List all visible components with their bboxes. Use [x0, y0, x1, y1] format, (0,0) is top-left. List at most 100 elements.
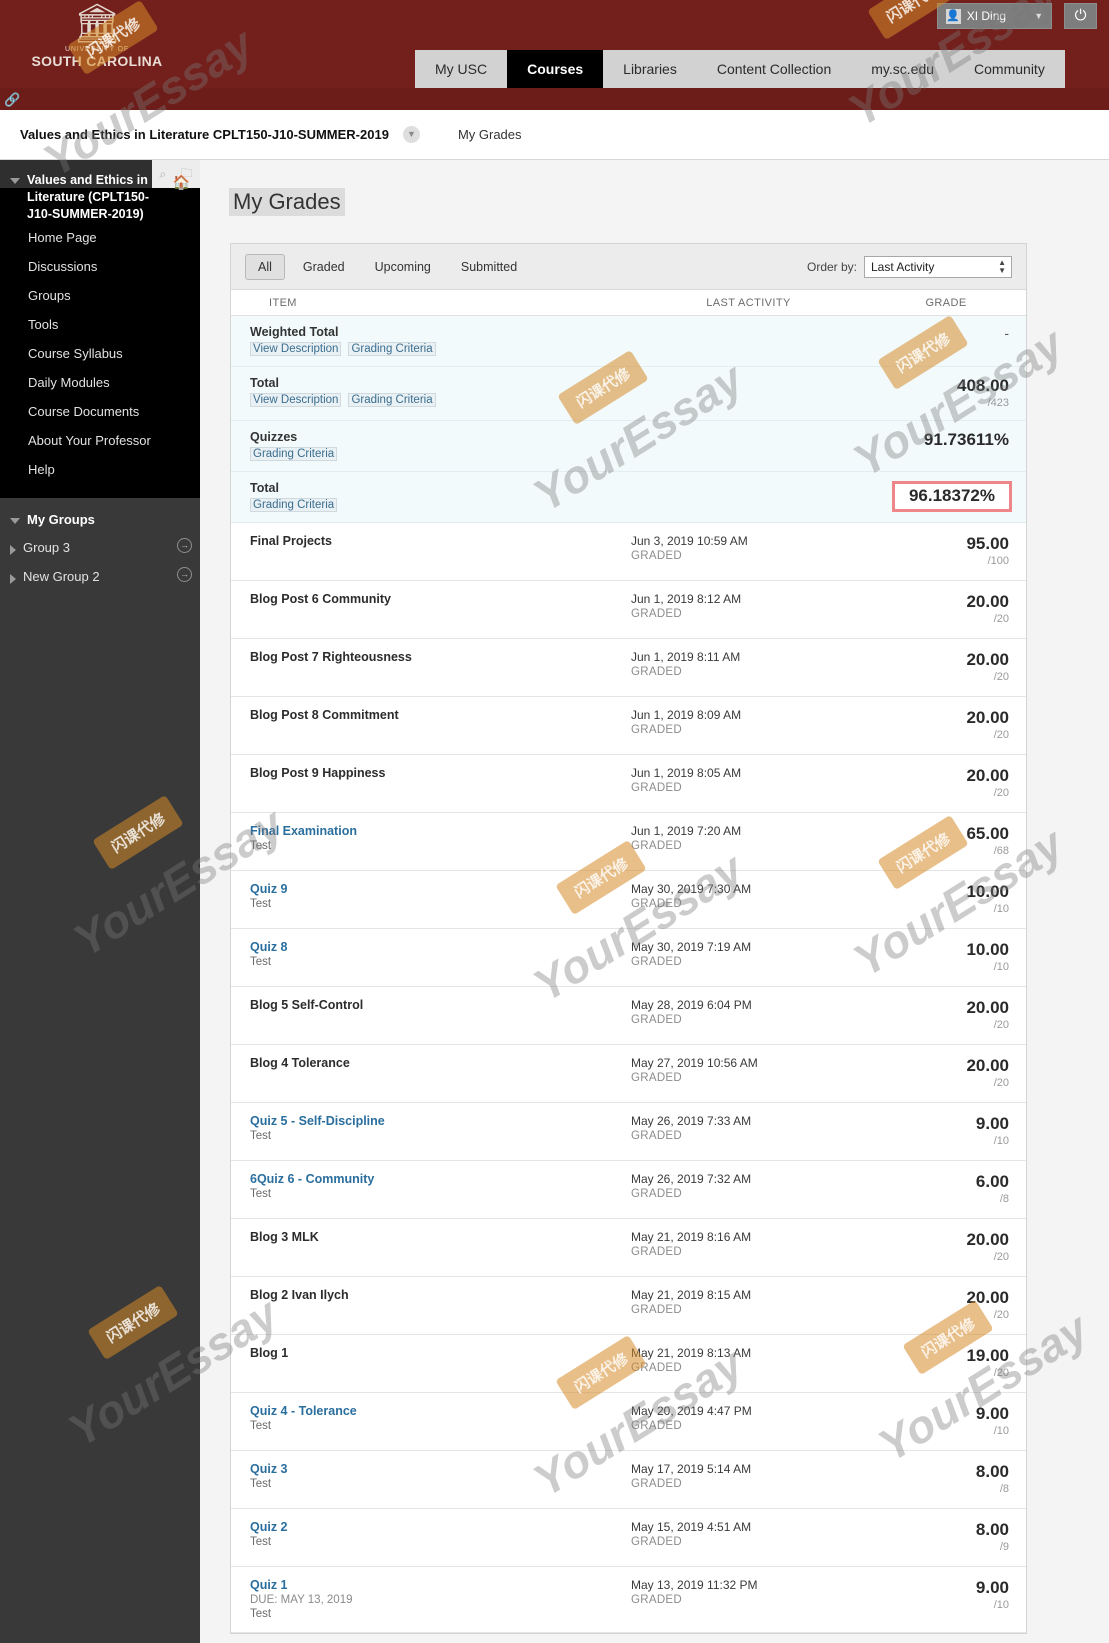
grading-criteria-link[interactable]: Grading Criteria [250, 498, 338, 512]
table-row[interactable]: Quiz 2 Test May 15, 2019 4:51 AM GRADED … [231, 1509, 1026, 1567]
new-group-2-label: New Group 2 [23, 569, 100, 584]
grade-item-title[interactable]: 6Quiz 6 - Community [250, 1172, 631, 1186]
grade-item-subtitle: Test [250, 956, 272, 968]
sidebar-item-group-3[interactable]: Group 3 → [0, 533, 200, 562]
sidebar-item-discussions[interactable]: Discussions [0, 252, 200, 281]
tab-content-collection[interactable]: Content Collection [697, 50, 851, 88]
table-row[interactable]: Quiz 4 - Tolerance Test May 20, 2019 4:4… [231, 1393, 1026, 1451]
usc-crest-icon: 🏛 [72, 3, 122, 45]
grade-item-title[interactable]: Final Examination [250, 824, 631, 838]
filter-tab-submitted[interactable]: Submitted [449, 255, 529, 279]
table-row[interactable]: Quiz 5 - Self-Discipline Test May 26, 20… [231, 1103, 1026, 1161]
filter-tab-upcoming[interactable]: Upcoming [363, 255, 443, 279]
my-groups-label: My Groups [27, 512, 95, 527]
grade-item-denominator: /20 [993, 671, 1009, 683]
grade-item-denominator: /10 [993, 903, 1009, 915]
tab-my-usc[interactable]: My USC [415, 50, 507, 88]
table-row[interactable]: Blog Post 6 Community Jun 1, 2019 8:12 A… [231, 581, 1026, 639]
table-row[interactable]: Blog Post 9 Happiness Jun 1, 2019 8:05 A… [231, 755, 1026, 813]
summary-row-quizzes[interactable]: Quizzes Grading Criteria 91.73611% [231, 421, 1026, 472]
table-row[interactable]: Quiz 9 Test May 30, 2019 7:30 AM GRADED … [231, 871, 1026, 929]
grade-item-subtitle: Test [250, 1420, 272, 1432]
view-description-link[interactable]: View Description [250, 393, 342, 407]
grading-criteria-link[interactable]: Grading Criteria [348, 342, 436, 356]
grade-item-status: GRADED [631, 840, 683, 852]
tab-libraries[interactable]: Libraries [603, 50, 697, 88]
grade-item-score: 20.00 [966, 650, 1009, 669]
table-row[interactable]: Final Projects Jun 3, 2019 10:59 AM GRAD… [231, 523, 1026, 581]
grading-criteria-link[interactable]: Grading Criteria [250, 447, 338, 461]
summary-row-total-points[interactable]: Total View Description Grading Criteria … [231, 367, 1026, 421]
grade-item-title[interactable]: Quiz 5 - Self-Discipline [250, 1114, 631, 1128]
sidebar-item-about-your-professor[interactable]: About Your Professor [0, 426, 200, 455]
user-menu[interactable]: 👤 XI Ding ▼ [936, 3, 1052, 29]
grade-item-status: GRADED [631, 1304, 683, 1316]
main-content: My Grades All Graded Upcoming Submitted … [200, 160, 1109, 1643]
sidebar-item-home-page[interactable]: Home Page [0, 223, 200, 252]
summary-denominator: /423 [987, 397, 1009, 409]
arrow-right-icon[interactable]: → [177, 538, 192, 553]
usc-logo[interactable]: 🏛 UNIVERSITY OF SOUTH CAROLINA [22, 4, 172, 69]
breadcrumb-page: My Grades [457, 127, 522, 142]
sidebar-item-new-group-2[interactable]: New Group 2 → [0, 562, 200, 591]
arrow-right-icon[interactable]: → [177, 567, 192, 582]
view-description-link[interactable]: View Description [250, 342, 342, 356]
table-row[interactable]: Quiz 1 DUE: MAY 13, 2019 Test May 13, 20… [231, 1567, 1026, 1633]
grade-item-title[interactable]: Quiz 9 [250, 882, 631, 896]
summary-row-weighted-total[interactable]: Weighted Total View Description Grading … [231, 316, 1026, 367]
grade-item-denominator: /8 [999, 1483, 1009, 1495]
tab-my-sc-edu[interactable]: my.sc.edu [851, 50, 954, 88]
sidebar-item-course-documents[interactable]: Course Documents [0, 397, 200, 426]
page-title: My Grades [229, 188, 345, 216]
grade-item-title[interactable]: Quiz 3 [250, 1462, 631, 1476]
sidebar-item-help[interactable]: Help [0, 455, 200, 484]
filter-tab-graded[interactable]: Graded [291, 255, 357, 279]
summary-grade: 96.18372% [908, 486, 995, 505]
order-by-select[interactable]: Last Activity ▲ ▼ [864, 255, 1012, 278]
grading-criteria-link[interactable]: Grading Criteria [348, 393, 436, 407]
table-row[interactable]: Blog Post 8 Commitment Jun 1, 2019 8:09 … [231, 697, 1026, 755]
grade-item-subtitle: Test [250, 1608, 272, 1620]
order-by-control: Order by: Last Activity ▲ ▼ [807, 255, 1012, 278]
grade-item-score: 95.00 [966, 534, 1009, 553]
table-row[interactable]: 6Quiz 6 - Community Test May 26, 2019 7:… [231, 1161, 1026, 1219]
sidebar-item-daily-modules[interactable]: Daily Modules [0, 368, 200, 397]
table-row[interactable]: Blog 5 Self-Control May 28, 2019 6:04 PM… [231, 987, 1026, 1045]
table-row[interactable]: Blog 2 Ivan Ilych May 21, 2019 8:15 AM G… [231, 1277, 1026, 1335]
triangle-right-icon [10, 574, 16, 584]
grade-item-title: Blog 3 MLK [250, 1230, 319, 1244]
sidebar-item-course-syllabus[interactable]: Course Syllabus [0, 339, 200, 368]
grade-item-score: 20.00 [966, 1230, 1009, 1249]
summary-row-total-percent[interactable]: Total Grading Criteria 96.18372% [231, 472, 1026, 523]
sidebar-course-title[interactable]: Values and Ethics in Literature (CPLT150… [0, 172, 200, 223]
grade-item-score: 19.00 [966, 1346, 1009, 1365]
sidebar-item-groups[interactable]: Groups [0, 281, 200, 310]
table-row[interactable]: Blog 4 Tolerance May 27, 2019 10:56 AM G… [231, 1045, 1026, 1103]
table-row[interactable]: Final Examination Test Jun 1, 2019 7:20 … [231, 813, 1026, 871]
my-groups-header[interactable]: My Groups [0, 506, 200, 533]
table-row[interactable]: Blog Post 7 Righteousness Jun 1, 2019 8:… [231, 639, 1026, 697]
breadcrumb-course[interactable]: Values and Ethics in Literature CPLT150-… [20, 127, 389, 142]
table-row[interactable]: Quiz 8 Test May 30, 2019 7:19 AM GRADED … [231, 929, 1026, 987]
tab-courses[interactable]: Courses [507, 50, 604, 88]
triangle-down-icon [10, 518, 20, 524]
grade-item-date: May 21, 2019 8:16 AM [631, 1230, 752, 1244]
summary-name: Total [250, 481, 279, 495]
sidebar-item-tools[interactable]: Tools [0, 310, 200, 339]
summary-name: Quizzes [250, 430, 298, 444]
logout-button[interactable]: ⏻ [1064, 3, 1097, 29]
grade-item-denominator: /9 [999, 1541, 1009, 1553]
link-icon[interactable]: 🔗 [4, 92, 20, 108]
filter-tab-all[interactable]: All [245, 253, 285, 280]
grade-item-title[interactable]: Quiz 1 [250, 1578, 631, 1592]
table-row[interactable]: Blog 1 May 21, 2019 8:13 AM GRADED 19.00… [231, 1335, 1026, 1393]
tab-community[interactable]: Community [954, 50, 1065, 88]
grade-item-status: GRADED [631, 1130, 683, 1142]
grade-item-title[interactable]: Quiz 4 - Tolerance [250, 1404, 631, 1418]
grade-item-title[interactable]: Quiz 2 [250, 1520, 631, 1534]
table-row[interactable]: Blog 3 MLK May 21, 2019 8:16 AM GRADED 2… [231, 1219, 1026, 1277]
table-row[interactable]: Quiz 3 Test May 17, 2019 5:14 AM GRADED … [231, 1451, 1026, 1509]
grade-item-title[interactable]: Quiz 8 [250, 940, 631, 954]
home-icon[interactable]: 🏠 [173, 174, 190, 191]
chevron-down-icon[interactable]: ▼ [402, 126, 420, 143]
